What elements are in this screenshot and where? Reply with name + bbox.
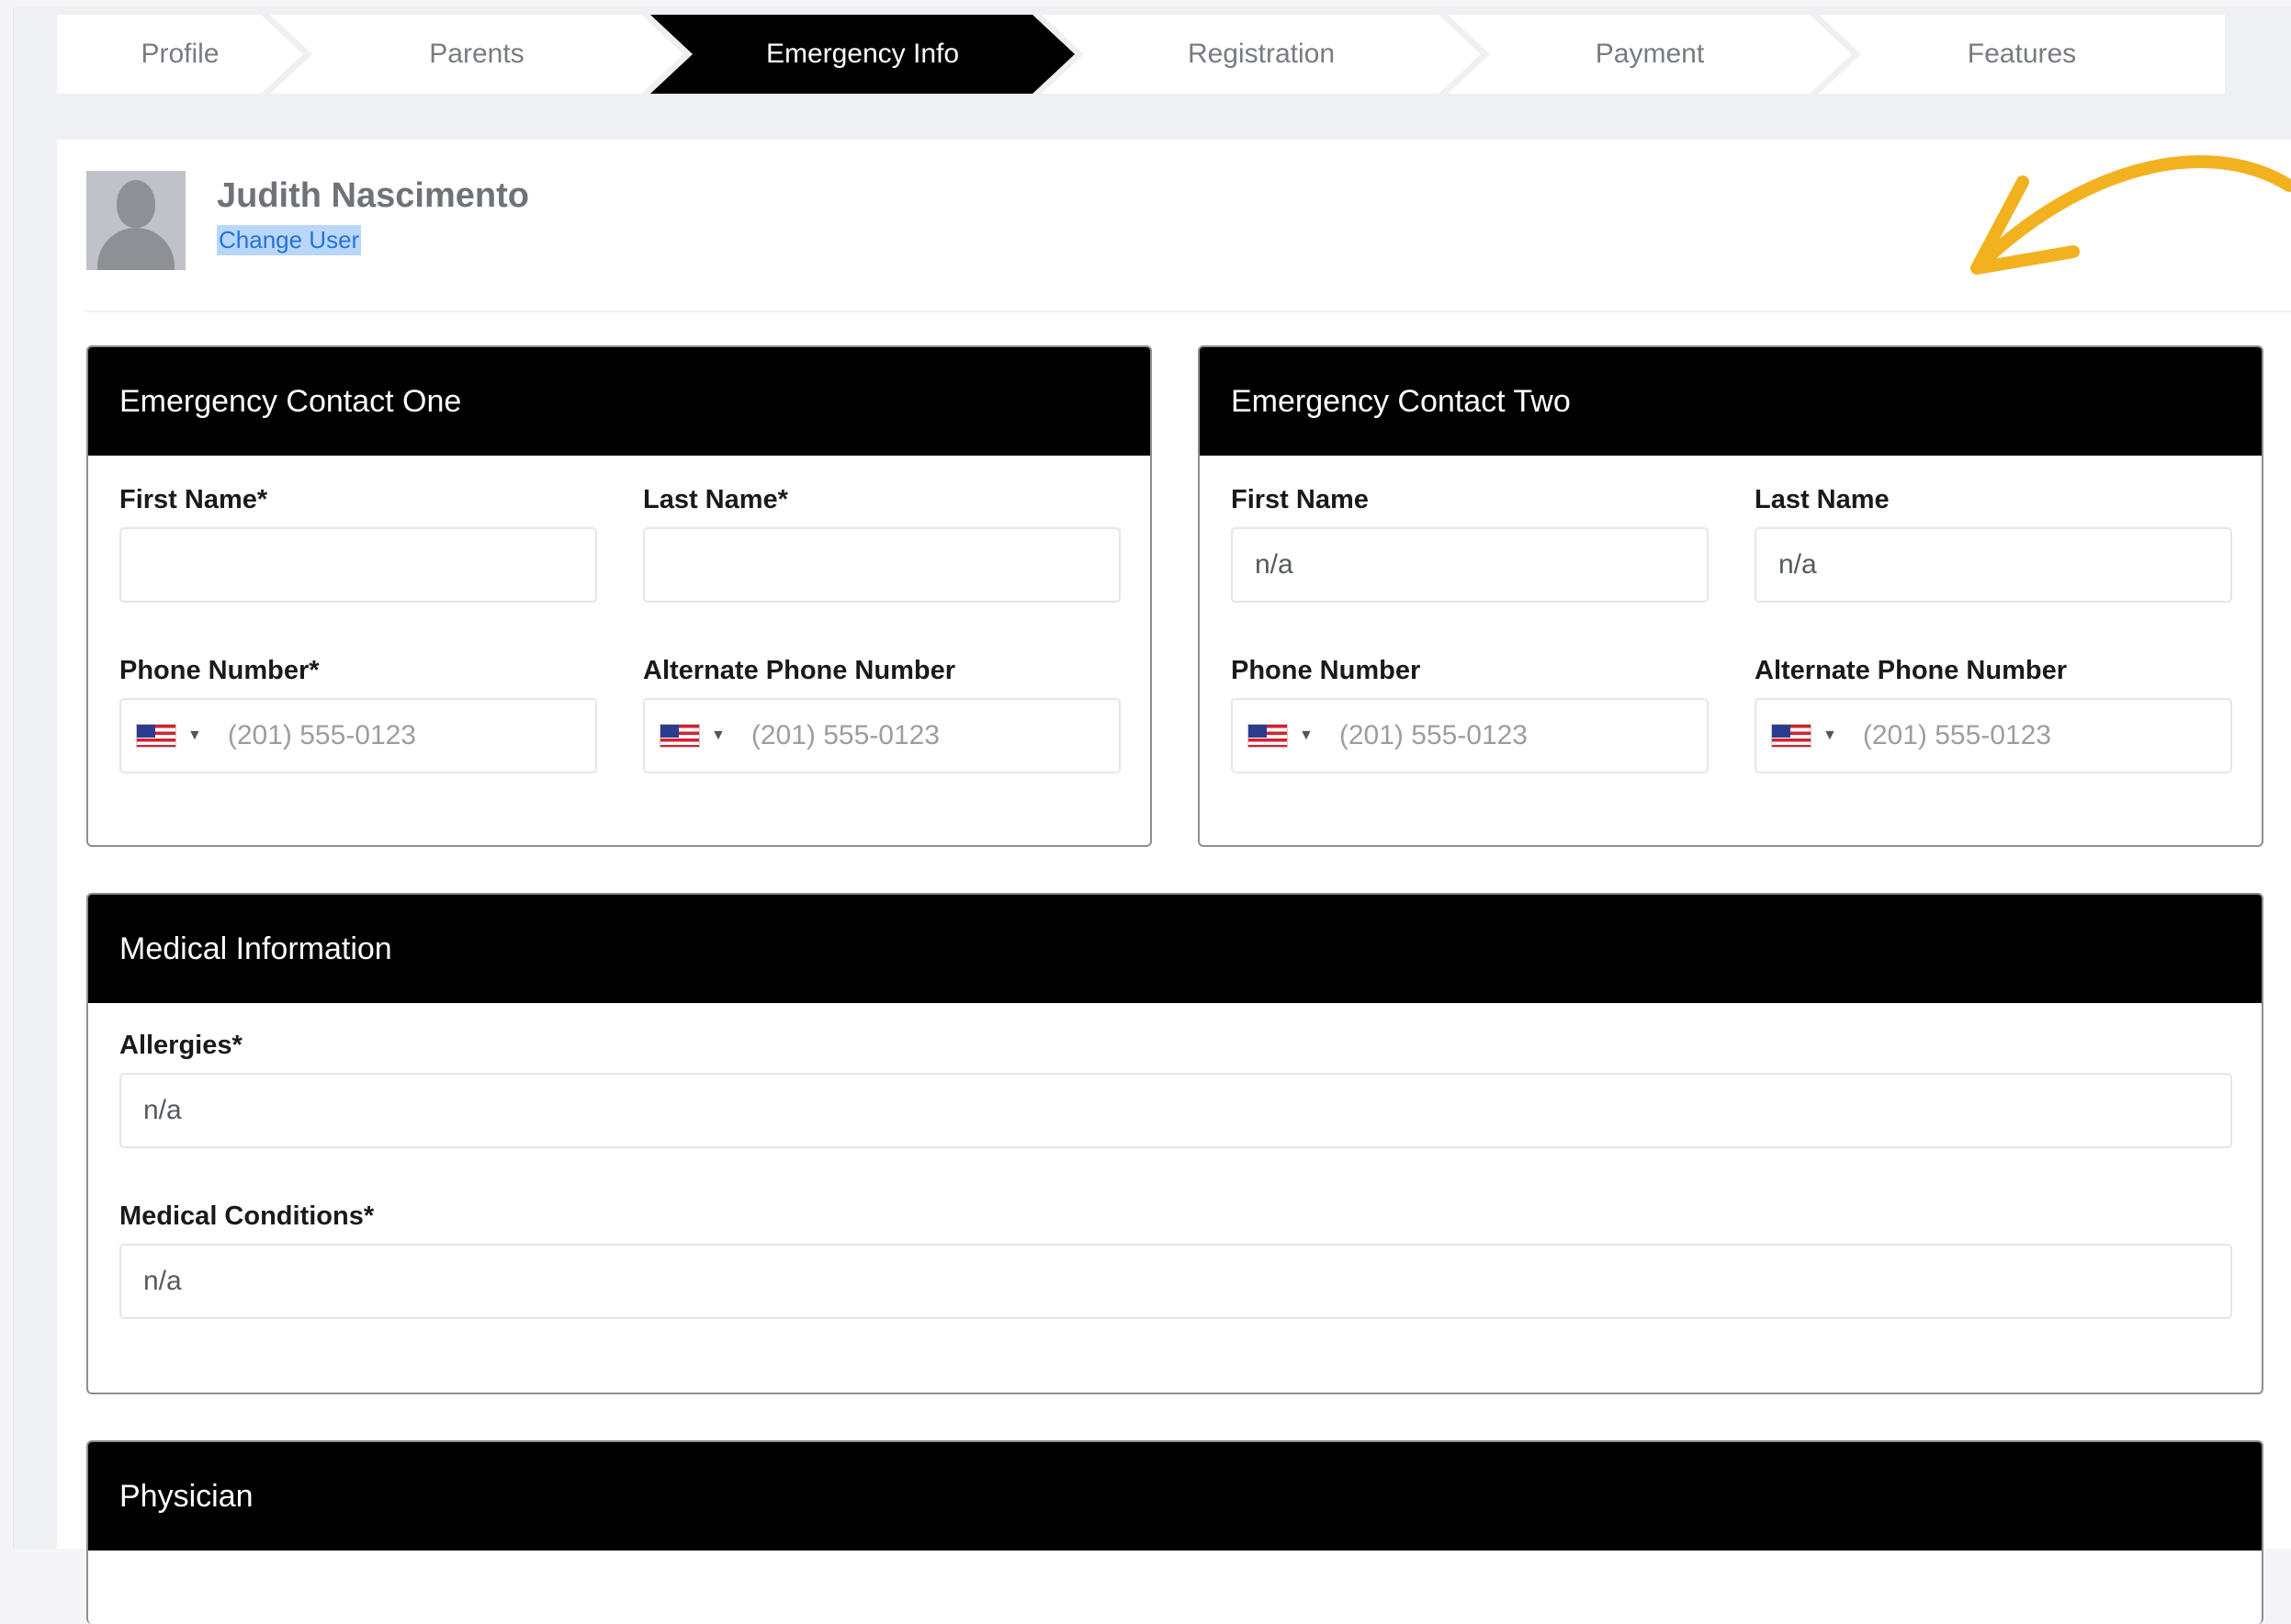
emergency-contact-two-panel: Emergency Contact Two First Name Last Na…: [1198, 345, 2263, 847]
caret-down-icon[interactable]: ▼: [1823, 727, 1837, 744]
phone-label: Phone Number: [1231, 656, 1420, 686]
us-flag-icon[interactable]: [136, 724, 176, 748]
user-name: Judith Nascimento: [217, 176, 529, 216]
step-features[interactable]: Features: [1819, 15, 2225, 94]
step-payment[interactable]: Payment: [1448, 15, 1852, 94]
medical-information-panel: Medical Information Allergies* n/a Medic…: [86, 893, 2263, 1394]
medical-conditions-label: Medical Conditions*: [119, 1201, 374, 1232]
phone-input[interactable]: ▼ (201) 555-0123: [1231, 698, 1709, 773]
allergies-label: Allergies*: [119, 1031, 243, 1061]
alt-phone-label: Alternate Phone Number: [1755, 656, 2067, 686]
allergies-input[interactable]: n/a: [119, 1073, 2232, 1148]
panel-title: Medical Information: [88, 895, 2262, 1003]
last-name-input[interactable]: n/a: [1755, 527, 2232, 603]
change-user-link[interactable]: Change User: [217, 225, 361, 255]
last-name-input[interactable]: [643, 527, 1121, 603]
header-divider: [86, 310, 2291, 312]
panel-title: Emergency Contact One: [88, 347, 1150, 456]
first-name-label: First Name: [1231, 485, 1369, 515]
last-name-label: Last Name: [1755, 485, 1890, 515]
phone-input[interactable]: ▼ (201) 555-0123: [119, 698, 597, 773]
medical-conditions-input[interactable]: n/a: [119, 1244, 2232, 1319]
first-name-label: First Name*: [119, 485, 267, 515]
step-registration[interactable]: Registration: [1042, 15, 1481, 94]
panel-title: Physician: [88, 1442, 2262, 1551]
physician-panel: Physician: [86, 1440, 2263, 1624]
first-name-input[interactable]: n/a: [1231, 527, 1709, 603]
phone-placeholder: (201) 555-0123: [228, 720, 416, 751]
emergency-info-card: Judith Nascimento Change User Emergency …: [57, 140, 2291, 1549]
phone-label: Phone Number*: [119, 656, 320, 686]
alt-phone-placeholder: (201) 555-0123: [1863, 720, 2051, 751]
step-profile[interactable]: Profile: [57, 15, 303, 94]
us-flag-icon[interactable]: [660, 724, 700, 748]
first-name-input[interactable]: [119, 527, 597, 603]
step-parents[interactable]: Parents: [270, 15, 683, 94]
arrow-annotation-icon: [1913, 149, 2291, 287]
emergency-contact-one-panel: Emergency Contact One First Name* Last N…: [86, 345, 1152, 847]
us-flag-icon[interactable]: [1771, 724, 1811, 748]
alt-phone-input[interactable]: ▼ (201) 555-0123: [643, 698, 1121, 773]
alt-phone-input[interactable]: ▼ (201) 555-0123: [1755, 698, 2232, 773]
caret-down-icon[interactable]: ▼: [1299, 727, 1314, 744]
avatar: [86, 171, 186, 270]
phone-placeholder: (201) 555-0123: [1339, 720, 1528, 751]
us-flag-icon[interactable]: [1247, 724, 1288, 748]
step-navigation: Profile Parents Emergency Info Registrat…: [57, 15, 2291, 94]
alt-phone-label: Alternate Phone Number: [643, 656, 955, 686]
caret-down-icon[interactable]: ▼: [711, 727, 726, 744]
alt-phone-placeholder: (201) 555-0123: [751, 720, 940, 751]
step-emergency-info[interactable]: Emergency Info: [650, 15, 1075, 94]
panel-title: Emergency Contact Two: [1200, 347, 2262, 456]
caret-down-icon[interactable]: ▼: [187, 727, 202, 744]
user-header: Judith Nascimento Change User: [86, 171, 529, 270]
last-name-label: Last Name*: [643, 485, 788, 515]
